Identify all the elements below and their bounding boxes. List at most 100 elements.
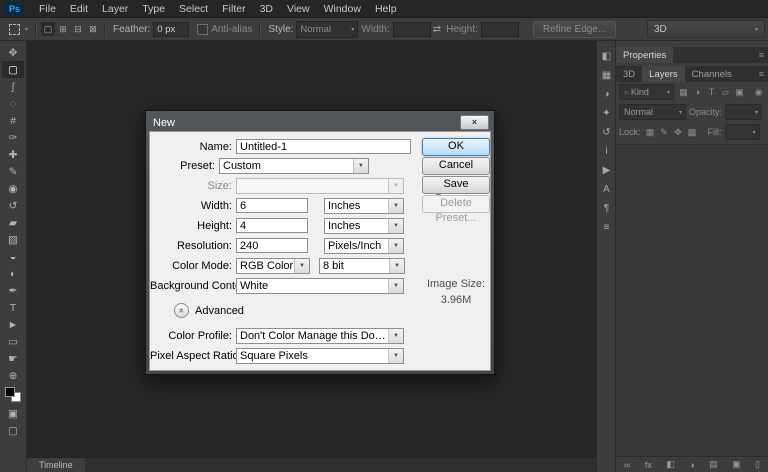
hand-tool-icon[interactable]: ☛ [2,350,24,367]
ok-button[interactable]: OK [422,138,490,156]
dodge-tool-icon[interactable]: ◐ [2,265,24,282]
filter-type-layers-icon[interactable]: T [705,86,718,99]
width-unit-select[interactable]: Inches ▼ [324,197,404,214]
adjustments-panel-icon[interactable]: ◑ [603,89,609,100]
menu-3d[interactable]: 3D [253,0,280,17]
character-panel-icon[interactable]: A [603,184,610,195]
rectangular-marquee-tool-icon[interactable]: ▢ [2,61,24,78]
lasso-tool-icon[interactable]: ʃ [2,78,24,95]
path-selection-tool-icon[interactable]: ► [2,316,24,333]
styles-panel-icon[interactable]: ✦ [602,108,610,119]
dialog-title-bar[interactable]: New × [149,114,491,131]
lock-image-pixels-icon[interactable]: ✎ [658,126,671,139]
eraser-tool-icon[interactable]: ▰ [2,214,24,231]
feather-input[interactable]: 0 px [153,21,190,37]
color-profile-select[interactable]: Don't Color Manage this Document ▼ [236,327,404,344]
swap-dimensions-icon[interactable]: ⇄ [433,24,441,35]
paragraph-panel-icon[interactable]: ¶ [604,203,609,214]
healing-brush-tool-icon[interactable]: ✚ [2,146,24,163]
filter-shape-layers-icon[interactable]: ▱ [719,86,732,99]
history-brush-tool-icon[interactable]: ↺ [2,197,24,214]
menu-select[interactable]: Select [172,0,215,17]
preset-select[interactable]: Custom ▼ [219,157,369,174]
swatches-panel-icon[interactable]: ▦ [602,70,611,81]
layer-comps-panel-icon[interactable]: ≡ [604,222,610,233]
menu-help[interactable]: Help [368,0,404,17]
foreground-background-swatches[interactable] [5,387,21,402]
cancel-button[interactable]: Cancel [422,157,490,175]
opacity-input[interactable]: ▾ [725,104,763,120]
lock-position-icon[interactable]: ✥ [672,126,685,139]
menu-file[interactable]: File [32,0,63,17]
foreground-color-swatch[interactable] [5,387,15,397]
menu-layer[interactable]: Layer [95,0,135,17]
height-input[interactable]: 4 [236,218,308,233]
blur-tool-icon[interactable]: ◒ [2,248,24,265]
color-mode-select[interactable]: RGB Color ▼ [236,257,310,274]
menu-edit[interactable]: Edit [63,0,95,17]
save-preset-button[interactable]: Save Preset... [422,176,490,205]
menu-filter[interactable]: Filter [215,0,252,17]
eyedropper-tool-icon[interactable]: ✑ [2,129,24,146]
close-button[interactable]: × [460,115,489,130]
menu-type[interactable]: Type [135,0,172,17]
quick-mask-icon[interactable]: ▣ [2,405,24,422]
lock-transparent-pixels-icon[interactable]: ▦ [644,126,657,139]
new-layer-icon[interactable]: ▣ [732,459,741,470]
filter-adjustment-layers-icon[interactable]: ◑ [691,86,704,99]
filter-smart-objects-icon[interactable]: ▣ [733,86,746,99]
info-panel-icon[interactable]: i [605,146,607,157]
style-select[interactable]: Normal ▾ [296,20,359,38]
menu-window[interactable]: Window [317,0,368,17]
blend-mode-select[interactable]: Normal ▾ [619,104,686,120]
menu-view[interactable]: View [280,0,317,17]
actions-panel-icon[interactable]: ▶ [603,165,611,176]
quick-selection-tool-icon[interactable]: ◌ [2,95,24,112]
screen-mode-icon[interactable]: ▢ [2,422,24,439]
pixel-aspect-ratio-select[interactable]: Square Pixels ▼ [236,347,404,364]
tab-properties[interactable]: Properties [616,47,674,63]
resolution-input[interactable]: 240 [236,238,308,253]
new-selection-icon[interactable]: ▢ [41,22,56,36]
bit-depth-select[interactable]: 8 bit ▼ [319,257,405,274]
tab-layers[interactable]: Layers [642,66,685,82]
tab-channels[interactable]: Channels [685,66,739,82]
filter-pixel-layers-icon[interactable]: ▦ [677,86,690,99]
refine-edge-button[interactable]: Refine Edge... [532,20,617,38]
clone-stamp-tool-icon[interactable]: ◉ [2,180,24,197]
delete-layer-icon[interactable]: ▯ [755,459,760,470]
tab-timeline[interactable]: Timeline [27,458,85,472]
adjustment-layer-icon[interactable]: ◑ [689,460,694,470]
advanced-toggle-button[interactable]: « [174,303,189,318]
background-contents-select[interactable]: White ▼ [236,277,404,294]
tab-3d[interactable]: 3D [616,66,642,82]
move-tool-icon[interactable]: ✥ [2,44,24,61]
link-layers-icon[interactable]: ∞ [624,460,630,470]
add-to-selection-icon[interactable]: ⊞ [56,22,70,36]
layer-mask-icon[interactable]: ◧ [666,459,675,470]
filter-kind-select[interactable]: ○ Kind ▾ [619,84,674,100]
filter-toggle-icon[interactable]: ◉ [752,86,765,99]
workspace-switcher[interactable]: 3D ▾ [647,20,765,38]
layer-style-icon[interactable]: fx [645,460,652,470]
zoom-tool-icon[interactable]: ⊕ [2,367,24,384]
panel-menu-icon[interactable]: ≡ [755,66,768,82]
panel-menu-icon[interactable]: ≡ [755,47,768,63]
tool-preset-picker[interactable]: ▾ [6,22,31,37]
anti-alias-checkbox[interactable] [197,23,209,35]
crop-tool-icon[interactable]: # [2,112,24,129]
rectangle-tool-icon[interactable]: ▭ [2,333,24,350]
fill-input[interactable]: ▾ [724,124,760,140]
intersect-selection-icon[interactable]: ⊠ [86,22,100,36]
height-unit-select[interactable]: Inches ▼ [324,217,404,234]
height-input[interactable] [480,21,519,37]
new-group-icon[interactable]: ▤ [709,459,718,470]
subtract-from-selection-icon[interactable]: ⊟ [71,22,85,36]
pen-tool-icon[interactable]: ✒ [2,282,24,299]
lock-all-icon[interactable]: ▩ [686,126,699,139]
name-input[interactable]: Untitled-1 [236,139,411,154]
gradient-tool-icon[interactable]: ▨ [2,231,24,248]
type-tool-icon[interactable]: T [2,299,24,316]
width-input[interactable]: 6 [236,198,308,213]
width-input[interactable] [392,21,431,37]
